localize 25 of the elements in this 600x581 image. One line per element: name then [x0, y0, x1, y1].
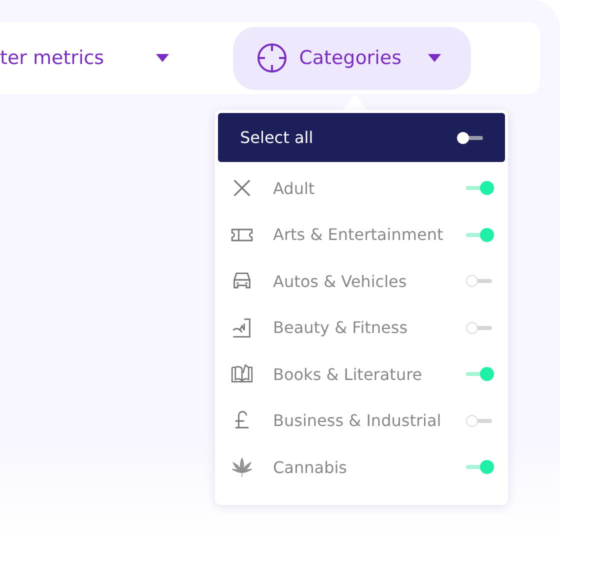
metrics-dropdown[interactable]: ter metrics: [0, 47, 170, 69]
toggle-switch[interactable]: [466, 414, 492, 427]
caret-icon: [428, 54, 442, 62]
caret-icon: [156, 54, 170, 62]
toggle-switch[interactable]: [466, 461, 492, 474]
toggle-switch[interactable]: [457, 132, 483, 144]
category-label[interactable]: Beauty & Fitness: [273, 318, 466, 338]
select-all-label: Select all: [240, 128, 314, 147]
category-label[interactable]: Business & Industrial: [273, 411, 466, 430]
category-label[interactable]: Autos & Vehicles: [273, 272, 466, 291]
category-icon: [231, 363, 253, 386]
toggle-switch[interactable]: [466, 322, 492, 334]
category-label[interactable]: Cannabis: [273, 458, 466, 477]
toggle-switch[interactable]: [466, 182, 492, 194]
toggle-switch[interactable]: [466, 368, 492, 380]
toggle-switch[interactable]: [466, 275, 492, 288]
category-label[interactable]: Adult: [273, 178, 466, 198]
category-icon: [231, 456, 253, 478]
select-all-row[interactable]: Select all: [218, 113, 505, 162]
category-label[interactable]: Arts & Entertainment: [273, 225, 466, 244]
category-label[interactable]: Books & Literature: [273, 364, 466, 384]
toggle-switch[interactable]: [466, 228, 492, 241]
category-icon: [231, 316, 253, 339]
crosshair-icon: [257, 43, 288, 73]
categories-dropdown[interactable]: Categories: [233, 26, 472, 90]
